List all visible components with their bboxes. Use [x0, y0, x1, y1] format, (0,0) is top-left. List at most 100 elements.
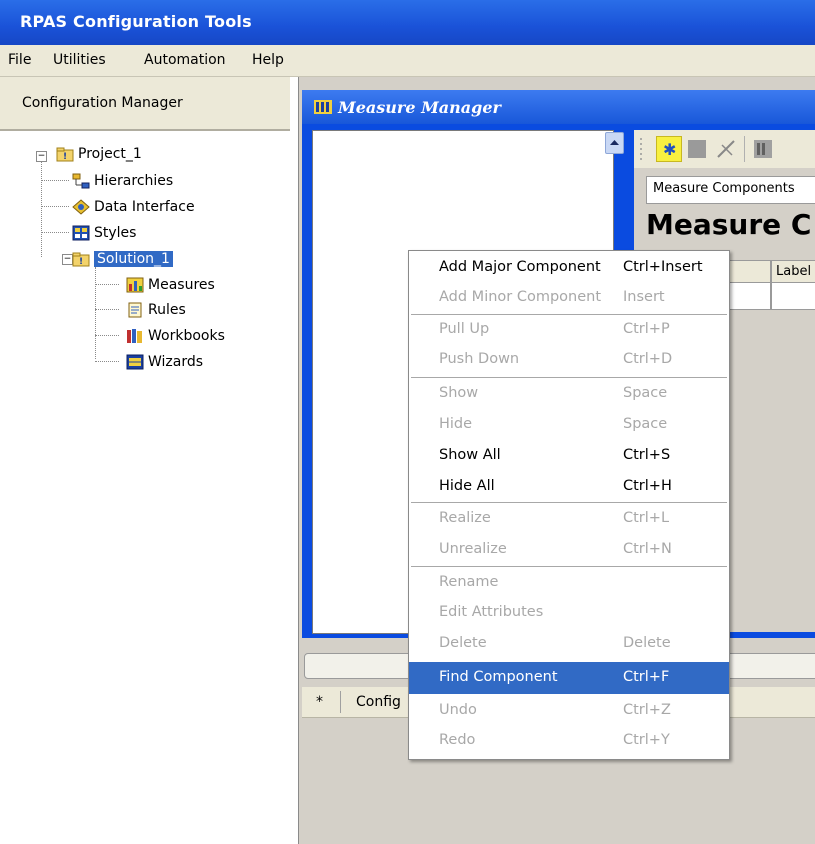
tree-item-measures[interactable]: Measures	[126, 275, 215, 295]
measure-toolbar: ✱	[634, 130, 815, 168]
menu-item-label: Unrealize	[439, 541, 507, 557]
menu-item-label: Delete	[439, 635, 487, 651]
menu-item-shortcut: Ctrl+F	[623, 669, 670, 685]
menu-item-shortcut: Space	[623, 416, 668, 432]
menu-item-redo[interactable]: Redo Ctrl+Y	[409, 726, 729, 756]
star-icon: ✱	[663, 140, 676, 159]
menu-automation[interactable]: Automation	[144, 52, 226, 68]
svg-text:✱: ✱	[663, 140, 676, 159]
menu-item-hide-all[interactable]: Hide All Ctrl+H	[409, 472, 729, 502]
menu-bar: File Utilities Automation Help	[0, 45, 815, 77]
column-config[interactable]: Config	[356, 694, 401, 710]
menu-item-undo[interactable]: Undo Ctrl+Z	[409, 696, 729, 726]
menu-utilities[interactable]: Utilities	[53, 52, 106, 68]
measure-manager-icon	[314, 100, 332, 114]
tree-item-styles-label: Styles	[94, 225, 137, 241]
tree-item-project-label: Project_1	[78, 146, 142, 162]
tab-measure-components[interactable]: Measure Components	[646, 176, 815, 204]
menu-item-label: Find Component	[439, 669, 558, 685]
menu-item-shortcut: Ctrl+N	[623, 541, 672, 557]
tree-connector	[95, 309, 119, 310]
folder-solution-icon: !	[72, 252, 90, 267]
measure-tool-icon[interactable]	[752, 138, 774, 160]
menu-item-shortcut: Delete	[623, 635, 671, 651]
tree-item-project[interactable]: ! Project_1	[56, 144, 142, 164]
tree-item-workbooks-label: Workbooks	[148, 328, 225, 344]
measure-manager-titlebar: Measure Manager	[302, 90, 815, 124]
tree-connector	[95, 284, 119, 285]
menu-item-delete[interactable]: Delete Delete	[409, 629, 729, 659]
menu-item-label: Add Major Component	[439, 259, 601, 275]
menu-item-shortcut: Ctrl+Z	[623, 702, 671, 718]
menu-item-push-down[interactable]: Push Down Ctrl+D	[409, 345, 729, 375]
menu-item-realize[interactable]: Realize Ctrl+L	[409, 504, 729, 534]
tree-connector	[95, 361, 119, 362]
delete-x-icon[interactable]	[714, 137, 738, 161]
svg-text:!: !	[79, 257, 83, 267]
menu-item-shortcut: Ctrl+Insert	[623, 259, 703, 275]
menu-item-shortcut: Ctrl+Y	[623, 732, 670, 748]
menu-item-find-component[interactable]: Find Component Ctrl+F	[409, 662, 729, 694]
tree-item-data-interface[interactable]: Data Interface	[72, 197, 195, 217]
collapse-project-toggle[interactable]: −	[36, 151, 47, 162]
grid-cell-label[interactable]	[771, 282, 815, 310]
hierarchy-icon	[72, 173, 90, 189]
menu-item-label: Redo	[439, 732, 476, 748]
menu-file[interactable]: File	[8, 52, 31, 68]
tree-item-hierarchies[interactable]: Hierarchies	[72, 171, 173, 191]
menu-item-add-major-component[interactable]: Add Major Component Ctrl+Insert	[409, 253, 729, 283]
tree-item-styles[interactable]: Styles	[72, 223, 136, 243]
data-interface-icon	[72, 199, 90, 215]
tree-item-rules[interactable]: Rules	[126, 300, 186, 320]
menu-item-label: Realize	[439, 510, 491, 526]
tree-item-solution[interactable]: ! Solution_1	[72, 249, 173, 269]
tree-connector	[41, 232, 69, 233]
menu-item-pull-up[interactable]: Pull Up Ctrl+P	[409, 315, 729, 345]
menu-separator	[411, 566, 727, 567]
rules-icon	[128, 302, 142, 318]
toolbar-separator	[744, 136, 745, 162]
scroll-up-button[interactable]	[605, 132, 624, 154]
menu-item-add-minor-component[interactable]: Add Minor Component Insert	[409, 283, 729, 313]
menu-item-show[interactable]: Show Space	[409, 379, 729, 409]
menu-item-edit-attributes[interactable]: Edit Attributes	[409, 598, 729, 628]
menu-item-shortcut: Ctrl+D	[623, 351, 673, 367]
wizards-icon	[126, 354, 144, 370]
tree-item-solution-label: Solution_1	[94, 251, 173, 267]
tree-item-measures-label: Measures	[148, 277, 215, 293]
menu-item-shortcut: Ctrl+S	[623, 447, 671, 463]
menu-item-label: Show	[439, 385, 479, 401]
menu-help[interactable]: Help	[252, 52, 284, 68]
grid-header-label-text: Label	[776, 264, 812, 279]
menu-item-hide[interactable]: Hide Space	[409, 410, 729, 440]
grid-header-label[interactable]: Label	[771, 260, 815, 284]
column-star[interactable]: *	[316, 694, 323, 710]
menu-item-shortcut: Ctrl+P	[623, 321, 670, 337]
tree-connector	[95, 335, 119, 336]
measures-icon	[126, 277, 144, 293]
tab-measure-components-label: Measure Components	[653, 181, 795, 196]
tree-item-hierarchies-label: Hierarchies	[94, 173, 174, 189]
menu-separator	[411, 377, 727, 378]
menu-item-shortcut: Ctrl+L	[623, 510, 670, 526]
tree-item-workbooks[interactable]: Workbooks	[126, 326, 225, 346]
column-divider	[340, 691, 341, 713]
measure-components-heading: Measure C	[646, 208, 812, 241]
menu-item-label: Undo	[439, 702, 477, 718]
menu-item-show-all[interactable]: Show All Ctrl+S	[409, 441, 729, 471]
menu-item-rename[interactable]: Rename	[409, 568, 729, 598]
grid-icon[interactable]	[686, 138, 708, 160]
configuration-manager-pane: Configuration Manager − ! Project_1 Hier…	[0, 77, 299, 844]
menu-item-label: Rename	[439, 574, 499, 590]
tree-connector	[95, 267, 96, 359]
menu-item-label: Push Down	[439, 351, 520, 367]
new-component-button[interactable]: ✱	[656, 136, 682, 162]
menu-item-label: Hide All	[439, 478, 495, 494]
chevron-up-icon	[610, 140, 619, 145]
tree-item-wizards[interactable]: Wizards	[126, 352, 203, 372]
menu-item-unrealize[interactable]: Unrealize Ctrl+N	[409, 535, 729, 565]
configuration-manager-header: Configuration Manager	[0, 77, 290, 131]
tree-item-data-interface-label: Data Interface	[94, 199, 195, 215]
workbooks-icon	[127, 329, 142, 343]
menu-item-shortcut: Ctrl+H	[623, 478, 672, 494]
